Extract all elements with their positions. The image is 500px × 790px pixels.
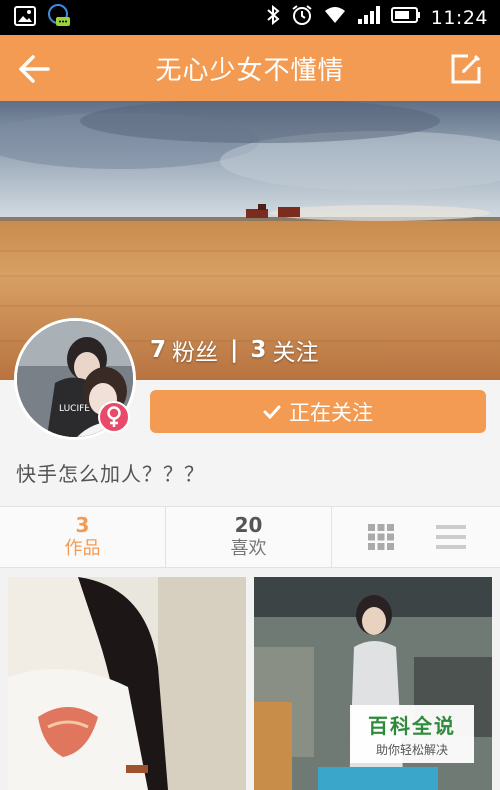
list-view-icon [436,525,466,549]
title-bar: 无心少女不懂情 [0,35,500,101]
following-count[interactable]: 3 [250,337,266,363]
watermark-sub-text: 助你轻松解决 [375,743,448,757]
battery-icon [390,6,421,29]
edit-icon [451,54,481,84]
clock: 11:24 [430,6,488,29]
likes-label: 喜欢 [230,538,267,559]
watermark-main-text: 百科全说 [368,714,456,738]
grid-view-button[interactable] [361,517,401,557]
view-toggle [332,507,500,567]
alarm-icon [291,4,313,31]
female-gender-badge [98,401,130,433]
profile-bio: 快手怎么加人？？？ [16,462,205,486]
wifi-icon [323,5,347,30]
followers-count[interactable]: 7 [150,337,166,363]
following-label[interactable]: 关注 [272,333,318,367]
likes-count: 20 [234,513,263,537]
tab-likes[interactable]: 20 喜欢 [166,507,332,567]
profile-tabs: 3 作品 20 喜欢 [0,506,500,568]
arrow-left-icon [19,55,50,83]
female-icon [107,406,121,427]
profile-screen: 11:24 无心少女不懂情 7 粉丝 | 3 关注 正在关注 LUCIFE 快手… [0,0,500,790]
works-count: 3 [75,513,90,537]
watermark-logo: 百科全说 助你轻松解决 [350,705,474,763]
chat-bubble-icon [46,3,72,33]
status-bar: 11:24 [0,0,500,35]
works-label: 作品 [64,538,101,559]
page-title: 无心少女不懂情 [155,55,345,86]
work-thumbnail[interactable] [8,577,246,790]
check-icon [263,405,281,419]
tab-works[interactable]: 3 作品 [0,507,166,567]
bluetooth-icon [265,4,281,30]
signal-icon [357,5,381,30]
list-view-button[interactable] [431,517,471,557]
back-button[interactable] [14,49,54,89]
grid-view-icon [368,524,394,550]
image-icon [14,5,36,30]
follow-stats: 7 粉丝 | 3 关注 [150,333,318,367]
svg-text:LUCIFE: LUCIFE [59,404,90,414]
followers-label[interactable]: 粉丝 [172,333,218,367]
following-button[interactable]: 正在关注 [150,390,486,433]
edit-button[interactable] [446,49,486,89]
stats-separator: | [230,337,239,363]
following-button-label: 正在关注 [289,400,373,425]
